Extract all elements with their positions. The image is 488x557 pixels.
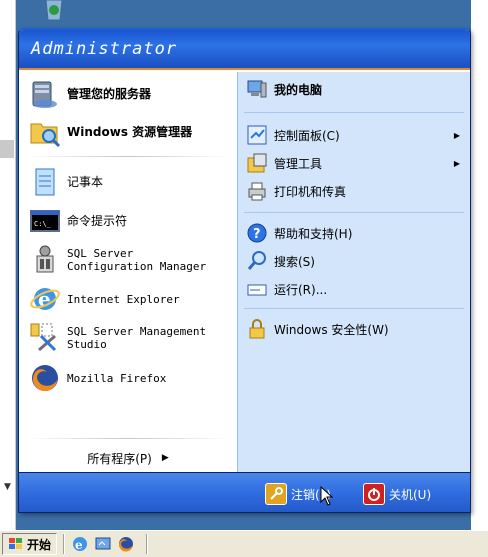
server-manager-icon [32, 81, 57, 108]
menu-item-control-panel[interactable]: 控制面板(C) ▶ [246, 122, 466, 148]
lock-icon [249, 319, 265, 339]
sql-config-icon [36, 245, 54, 273]
chevron-down-icon[interactable]: ▼ [4, 482, 11, 492]
menu-item-label: SQL Server Configuration Manager [67, 247, 207, 273]
menu-item-admin-tools[interactable]: 管理工具 ▶ [246, 150, 466, 176]
menu-item-label: 我的电脑 [274, 82, 323, 97]
taskbar-separator [146, 534, 149, 554]
shutdown-button[interactable]: 关机(U) [363, 481, 431, 507]
recycle-bin-icon[interactable] [40, 0, 68, 22]
background-selection [0, 140, 14, 158]
admin-tools-icon [247, 153, 267, 173]
notepad-icon [35, 168, 55, 196]
menu-item-label: 控制面板(C) [274, 128, 340, 143]
show-desktop-icon[interactable] [94, 535, 112, 553]
menu-item-help[interactable]: ? 帮助和支持(H) [246, 220, 466, 246]
ie-icon[interactable]: e [71, 535, 89, 553]
help-icon: ? [247, 223, 267, 243]
background-window [0, 0, 16, 530]
start-menu-footer: 注销(L) 关机(U) [19, 472, 470, 512]
menu-item-my-computer[interactable]: 我的电脑 [246, 76, 466, 102]
menu-item-internet-explorer[interactable]: e Internet Explorer [29, 283, 233, 315]
control-panel-icon [247, 125, 267, 145]
menu-item-sql-studio[interactable]: SQL Server Management Studio [29, 322, 233, 354]
menu-item-label: Windows 资源管理器 [67, 124, 193, 139]
start-menu-header: Administrator [19, 30, 470, 70]
taskbar: 开始 e [0, 530, 488, 557]
separator [244, 112, 464, 113]
submenu-arrow-icon: ▶ [453, 130, 460, 140]
sql-studio-icon [30, 323, 57, 352]
run-icon [247, 284, 267, 296]
printer-icon [248, 182, 266, 201]
search-icon [247, 251, 266, 270]
windows-flag-icon [9, 538, 22, 549]
menu-item-label: 搜索(S) [274, 254, 315, 269]
explorer-folder-icon [30, 123, 61, 148]
all-programs-button[interactable]: 所有程序(P) ▶ [19, 444, 237, 472]
menu-item-printers[interactable]: 打印机和传真 [246, 178, 466, 204]
menu-item-label: 管理工具 [274, 156, 323, 171]
menu-item-label: 命令提示符 [67, 213, 128, 228]
menu-item-windows-security[interactable]: Windows 安全性(W) [246, 316, 466, 342]
key-icon [265, 483, 287, 505]
all-programs-label: 所有程序(P) [87, 451, 152, 466]
menu-item-label: 帮助和支持(H) [274, 226, 353, 241]
start-label: 开始 [27, 537, 52, 552]
start-button[interactable]: 开始 [2, 533, 58, 555]
arrow-right-icon: ▶ [161, 453, 169, 463]
menu-item-label: Mozilla Firefox [67, 371, 167, 385]
places-column: 我的电脑 控制面板(C) ▶ 管理工具 ▶ 打印机和传真 ? 帮助和支持(H) … [237, 72, 470, 472]
svg-text:e: e [75, 538, 83, 552]
menu-item-notepad[interactable]: 记事本 [29, 166, 233, 198]
menu-item-command-prompt[interactable]: C:\_ 命令提示符 [29, 205, 233, 237]
user-name: Administrator [31, 39, 178, 59]
cmd-icon: C:\_ [30, 210, 60, 232]
separator [244, 308, 464, 309]
programs-column: 管理您的服务器 Windows 资源管理器 记事本 C:\_ 命令提示符 SQL… [19, 72, 237, 472]
mouse-cursor-icon [320, 486, 334, 506]
menu-item-search[interactable]: 搜索(S) [246, 248, 466, 274]
submenu-arrow-icon: ▶ [453, 158, 460, 168]
menu-item-label: Internet Explorer [67, 292, 180, 306]
menu-item-label: 记事本 [67, 174, 104, 189]
menu-item-sql-config[interactable]: SQL Server Configuration Manager [29, 244, 233, 276]
power-icon [363, 483, 385, 505]
menu-item-label: 打印机和传真 [274, 184, 347, 199]
shutdown-label: 关机(U) [389, 487, 432, 502]
ie-icon: e [30, 287, 60, 311]
menu-item-run[interactable]: 运行(R)... [246, 276, 466, 302]
separator [27, 156, 229, 157]
separator [244, 212, 464, 213]
firefox-icon [32, 365, 58, 392]
menu-item-windows-explorer[interactable]: Windows 资源管理器 [29, 116, 233, 148]
menu-item-server-manager[interactable]: 管理您的服务器 [29, 78, 233, 110]
taskbar-separator [63, 534, 66, 554]
menu-item-label: Windows 安全性(W) [274, 322, 389, 337]
svg-text:?: ? [253, 227, 261, 242]
firefox-icon[interactable] [117, 535, 135, 553]
my-computer-icon [247, 80, 267, 98]
start-menu-body: 管理您的服务器 Windows 资源管理器 记事本 C:\_ 命令提示符 SQL… [19, 72, 470, 472]
menu-item-label: 管理您的服务器 [67, 86, 152, 101]
separator [27, 438, 229, 439]
menu-item-label: SQL Server Management Studio [67, 325, 207, 351]
start-menu: Administrator 管理您的服务器 Windows 资源管理器 记事本 … [18, 28, 471, 513]
menu-item-label: 运行(R)... [274, 282, 328, 297]
menu-item-firefox[interactable]: Mozilla Firefox [29, 362, 233, 394]
background-window-right [471, 0, 488, 530]
svg-text:C:\_: C:\_ [34, 220, 52, 228]
